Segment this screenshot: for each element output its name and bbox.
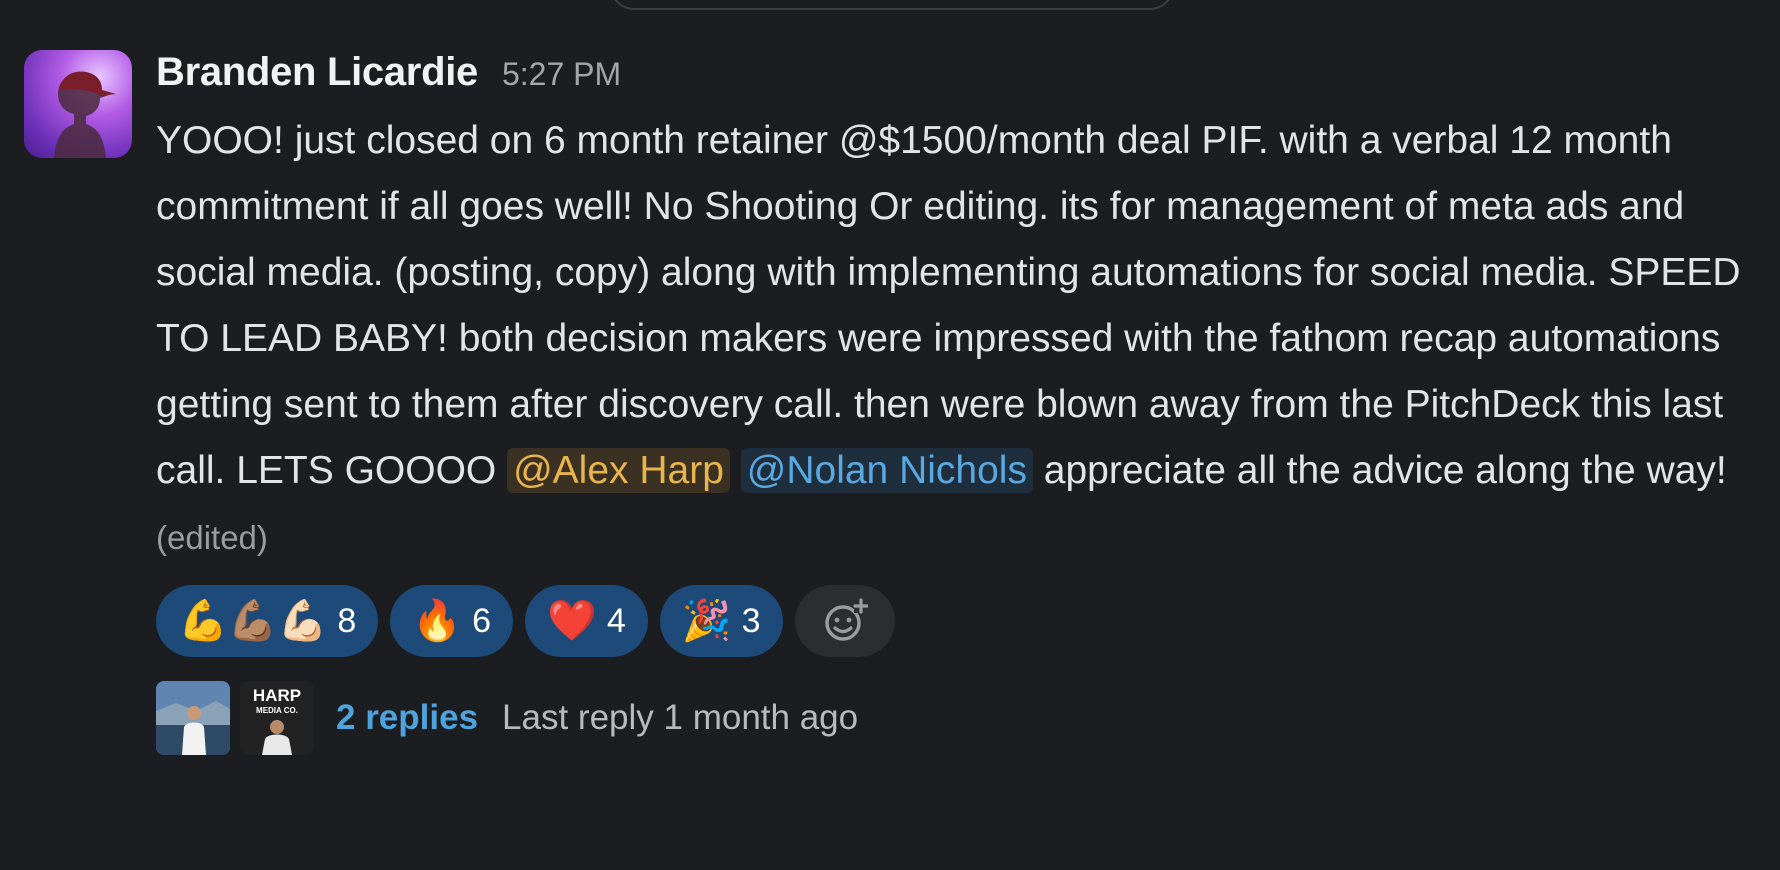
add-reaction-icon <box>824 598 868 641</box>
thread-participant-avatar-2[interactable]: HARP MEDIA CO. <box>240 681 314 755</box>
author-name[interactable]: Branden Licardie <box>156 50 478 95</box>
reaction-count: 3 <box>741 601 761 640</box>
date-divider-pill[interactable] <box>610 0 1174 10</box>
add-reaction-button[interactable] <box>794 585 895 657</box>
heart-icon: ❤️ <box>547 599 597 643</box>
reaction-party-popper[interactable]: 🎉 3 <box>659 585 783 657</box>
party-popper-icon: 🎉 <box>681 599 732 643</box>
reaction-fire[interactable]: 🔥 6 <box>390 585 514 657</box>
reactions-bar: 💪💪🏽💪🏻 8 🔥 6 ❤️ 4 🎉 3 <box>156 585 1756 657</box>
replies-link[interactable]: 2 replies <box>336 698 478 738</box>
author-avatar[interactable] <box>24 50 132 158</box>
edited-label: (edited) <box>156 519 268 556</box>
harp-media-co-text: MEDIA CO. <box>256 706 298 715</box>
harp-logo-text: HARP <box>253 686 301 705</box>
thread-participant-avatar-1[interactable] <box>156 681 230 755</box>
fire-icon: 🔥 <box>412 599 463 643</box>
message-body-end: appreciate all the advice along the way! <box>1032 449 1727 492</box>
reaction-count: 4 <box>606 601 626 640</box>
message-content: Branden Licardie 5:27 PM YOOO! just clos… <box>156 50 1756 755</box>
message-body: YOOO! just closed on 6 month retainer @$… <box>156 119 1741 492</box>
thread-summary[interactable]: HARP MEDIA CO. 2 replies Last reply 1 mo… <box>156 681 1756 755</box>
mention-alex-harp[interactable]: @Alex Harp <box>507 448 730 493</box>
message-header: Branden Licardie 5:27 PM <box>156 50 1756 100</box>
reaction-flexed-biceps[interactable]: 💪💪🏽💪🏻 8 <box>156 585 379 657</box>
message-text: YOOO! just closed on 6 month retainer @$… <box>156 108 1766 571</box>
timestamp[interactable]: 5:27 PM <box>502 56 621 93</box>
last-reply-time: Last reply 1 month ago <box>502 698 859 737</box>
reaction-heart[interactable]: ❤️ 4 <box>525 585 648 657</box>
mention-nolan-nichols[interactable]: @Nolan Nichols <box>740 448 1033 493</box>
reaction-count: 8 <box>337 601 357 640</box>
flexed-biceps-icon: 💪💪🏽💪🏻 <box>178 599 328 643</box>
reaction-count: 6 <box>472 601 492 640</box>
